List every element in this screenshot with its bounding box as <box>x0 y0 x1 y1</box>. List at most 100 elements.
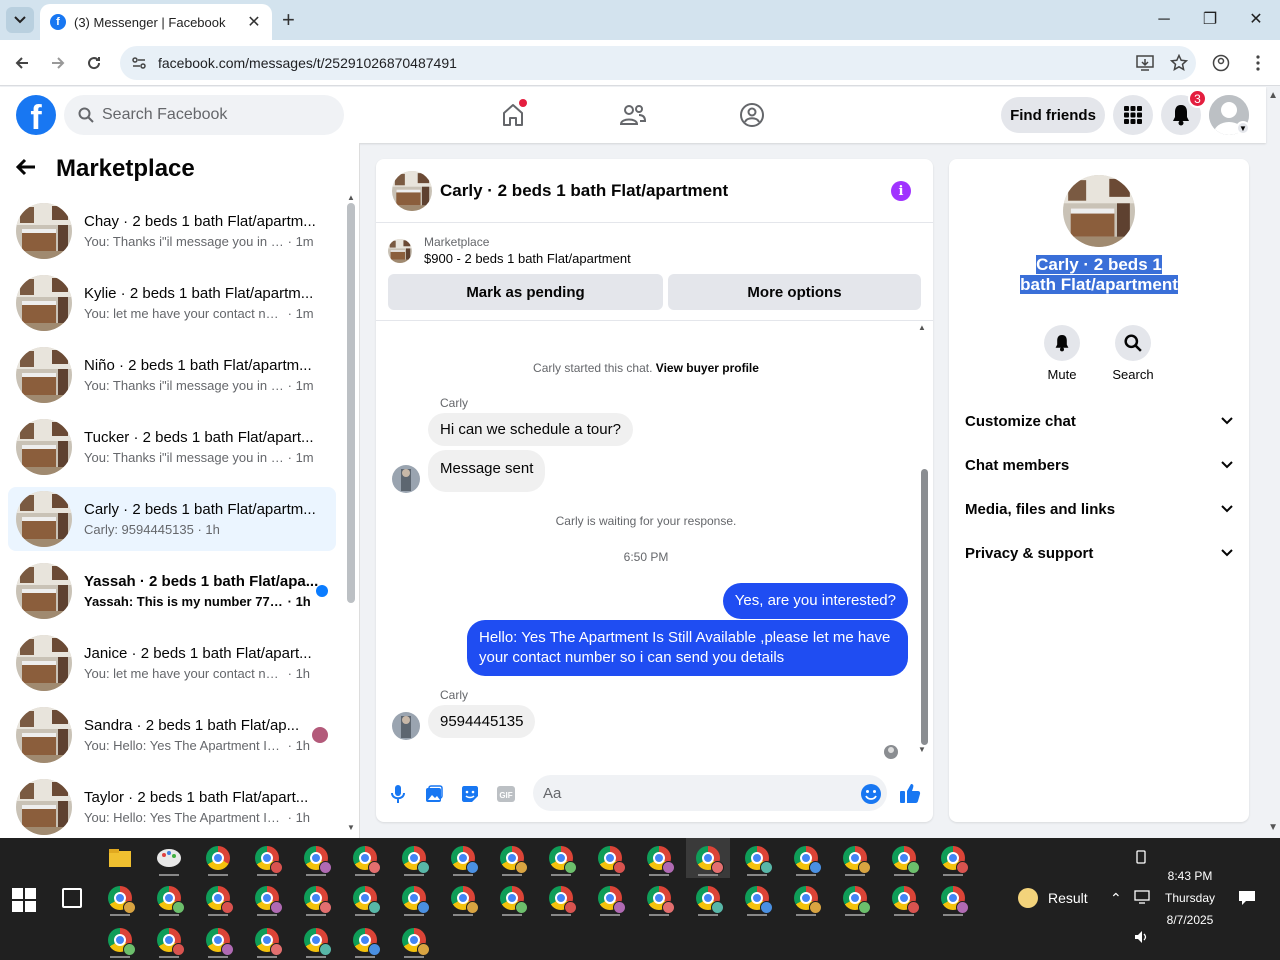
home-nav[interactable] <box>497 99 529 131</box>
chrome-profile-icon[interactable] <box>245 878 289 918</box>
chrome-profile-icon[interactable] <box>392 838 436 878</box>
customize-chat-row[interactable]: Customize chat <box>957 401 1241 441</box>
chat-scrollbar[interactable] <box>921 469 928 745</box>
clock-date[interactable]: 8/7/2025 <box>1160 913 1220 927</box>
chrome-profile-icon[interactable] <box>147 878 191 918</box>
thumbs-up-icon[interactable] <box>898 781 922 805</box>
microphone-icon[interactable] <box>386 782 410 806</box>
search-input[interactable] <box>102 106 322 124</box>
chrome-profile-icon[interactable] <box>833 878 877 918</box>
chrome-profile-icon[interactable] <box>931 838 975 878</box>
chrome-profile-icon[interactable] <box>637 878 681 918</box>
new-tab-button[interactable]: + <box>282 8 295 32</box>
chrome-profile-icon[interactable] <box>735 838 779 878</box>
more-options-button[interactable]: More options <box>668 274 921 310</box>
chrome-profile-icon[interactable] <box>686 878 730 918</box>
chrome-profile-icon[interactable] <box>784 878 828 918</box>
close-window-button[interactable]: ✕ <box>1233 8 1279 32</box>
message-input[interactable] <box>543 784 843 802</box>
chrome-profile-icon[interactable] <box>637 838 681 878</box>
chrome-profile-icon[interactable] <box>686 838 730 878</box>
chrome-profile-icon[interactable] <box>490 878 534 918</box>
media-files-links-row[interactable]: Media, files and links <box>957 489 1241 529</box>
notifications-button[interactable]: 3 <box>1161 89 1207 135</box>
chrome-profile-icon[interactable] <box>294 920 338 960</box>
conversation-item[interactable]: Janice · 2 beds 1 bath Flat/apart... You:… <box>8 631 336 695</box>
profile-icon[interactable] <box>1208 50 1234 76</box>
chat-members-row[interactable]: Chat members <box>957 445 1241 485</box>
find-friends-button[interactable]: Find friends <box>1001 97 1105 133</box>
network-icon[interactable] <box>1134 890 1150 907</box>
chrome-profile-icon[interactable] <box>196 920 240 960</box>
sender-avatar[interactable] <box>392 712 420 740</box>
friends-nav[interactable] <box>617 99 649 131</box>
incoming-message[interactable]: Hi can we schedule a tour? <box>428 413 633 446</box>
marketplace-listing-row[interactable]: Marketplace $900 - 2 beds 1 bath Flat/ap… <box>388 235 631 266</box>
message-input-field[interactable] <box>533 775 887 811</box>
list-scrollbar[interactable] <box>347 203 355 603</box>
chrome-profile-icon[interactable] <box>441 838 485 878</box>
forward-button[interactable] <box>45 50 71 76</box>
reload-button[interactable] <box>81 50 107 76</box>
chrome-profile-icon[interactable] <box>98 920 142 960</box>
back-button[interactable] <box>9 50 35 76</box>
listing-thumbnail[interactable] <box>392 170 432 211</box>
chrome-profile-icon[interactable] <box>196 838 240 878</box>
chrome-profile-icon[interactable] <box>196 878 240 918</box>
install-app-icon[interactable] <box>1128 46 1162 80</box>
conversation-item[interactable]: Carly · 2 beds 1 bath Flat/apartm... Carl… <box>8 487 336 551</box>
chrome-profile-icon[interactable] <box>392 920 436 960</box>
info-icon[interactable]: i <box>891 181 911 201</box>
chrome-profile-icon[interactable] <box>735 878 779 918</box>
action-center-icon[interactable] <box>1238 890 1256 909</box>
conversation-item[interactable]: Kylie · 2 beds 1 bath Flat/apartm... You:… <box>8 271 336 335</box>
site-info-icon[interactable] <box>128 52 150 74</box>
outgoing-message[interactable]: Hello: Yes The Apartment Is Still Availa… <box>467 620 908 676</box>
clock-day[interactable]: Thursday <box>1160 891 1220 905</box>
bookmark-star-icon[interactable] <box>1162 46 1196 80</box>
conversation-item[interactable]: Tucker · 2 beds 1 bath Flat/apart... You:… <box>8 415 336 479</box>
chat-scroll-up-arrow[interactable]: ▲ <box>918 323 926 332</box>
chrome-profile-icon[interactable] <box>441 878 485 918</box>
file-explorer-icon[interactable] <box>98 838 142 878</box>
facebook-search[interactable] <box>64 95 344 135</box>
tab-close-icon[interactable]: ✕ <box>246 12 262 32</box>
chrome-profile-icon[interactable] <box>784 838 828 878</box>
conversation-item[interactable]: Chay · 2 beds 1 bath Flat/apartm... You: … <box>8 199 336 263</box>
listing-large-thumbnail[interactable] <box>1063 175 1135 247</box>
list-scroll-down-arrow[interactable]: ▼ <box>347 823 355 832</box>
chrome-profile-icon[interactable] <box>245 920 289 960</box>
task-view-icon[interactable] <box>62 888 82 908</box>
conversation-item[interactable]: Yassah · 2 beds 1 bath Flat/apa... Yassah… <box>8 559 336 623</box>
chrome-profile-icon[interactable] <box>588 878 632 918</box>
result-widget[interactable]: Result <box>1018 888 1088 908</box>
tablet-mode-icon[interactable] <box>1134 850 1148 867</box>
clock-time[interactable]: 8:43 PM <box>1160 869 1220 883</box>
chrome-profile-icon[interactable] <box>294 838 338 878</box>
emoji-icon[interactable] <box>859 782 883 806</box>
chrome-profile-icon[interactable] <box>539 878 583 918</box>
address-bar[interactable]: facebook.com/messages/t/2529102687048749… <box>120 46 1196 80</box>
chrome-profile-icon[interactable] <box>98 878 142 918</box>
restore-button[interactable]: ❐ <box>1187 8 1233 32</box>
chrome-profile-icon[interactable] <box>392 878 436 918</box>
volume-icon[interactable] <box>1134 930 1150 947</box>
privacy-support-row[interactable]: Privacy & support <box>957 533 1241 573</box>
incoming-message[interactable]: Message sent <box>428 450 546 492</box>
chrome-profile-icon[interactable] <box>931 878 975 918</box>
windows-start-icon[interactable] <box>12 888 36 912</box>
mute-button[interactable]: Mute <box>1032 325 1092 382</box>
conversation-item[interactable]: Sandra · 2 beds 1 bath Flat/ap... You: He… <box>8 703 336 767</box>
chrome-profile-icon[interactable] <box>147 920 191 960</box>
chrome-profile-icon[interactable] <box>882 878 926 918</box>
show-hidden-icons-chevron-icon[interactable]: ⌃ <box>1110 890 1122 907</box>
gif-icon[interactable]: GIF <box>494 782 518 806</box>
chrome-profile-icon[interactable] <box>539 838 583 878</box>
view-buyer-profile-link[interactable]: View buyer profile <box>656 361 759 375</box>
paint-icon[interactable] <box>147 838 191 878</box>
mark-as-pending-button[interactable]: Mark as pending <box>388 274 663 310</box>
minimize-button[interactable]: ─ <box>1141 8 1187 32</box>
chrome-profile-icon[interactable] <box>343 878 387 918</box>
chrome-profile-icon[interactable] <box>343 920 387 960</box>
sender-avatar[interactable] <box>392 465 420 493</box>
